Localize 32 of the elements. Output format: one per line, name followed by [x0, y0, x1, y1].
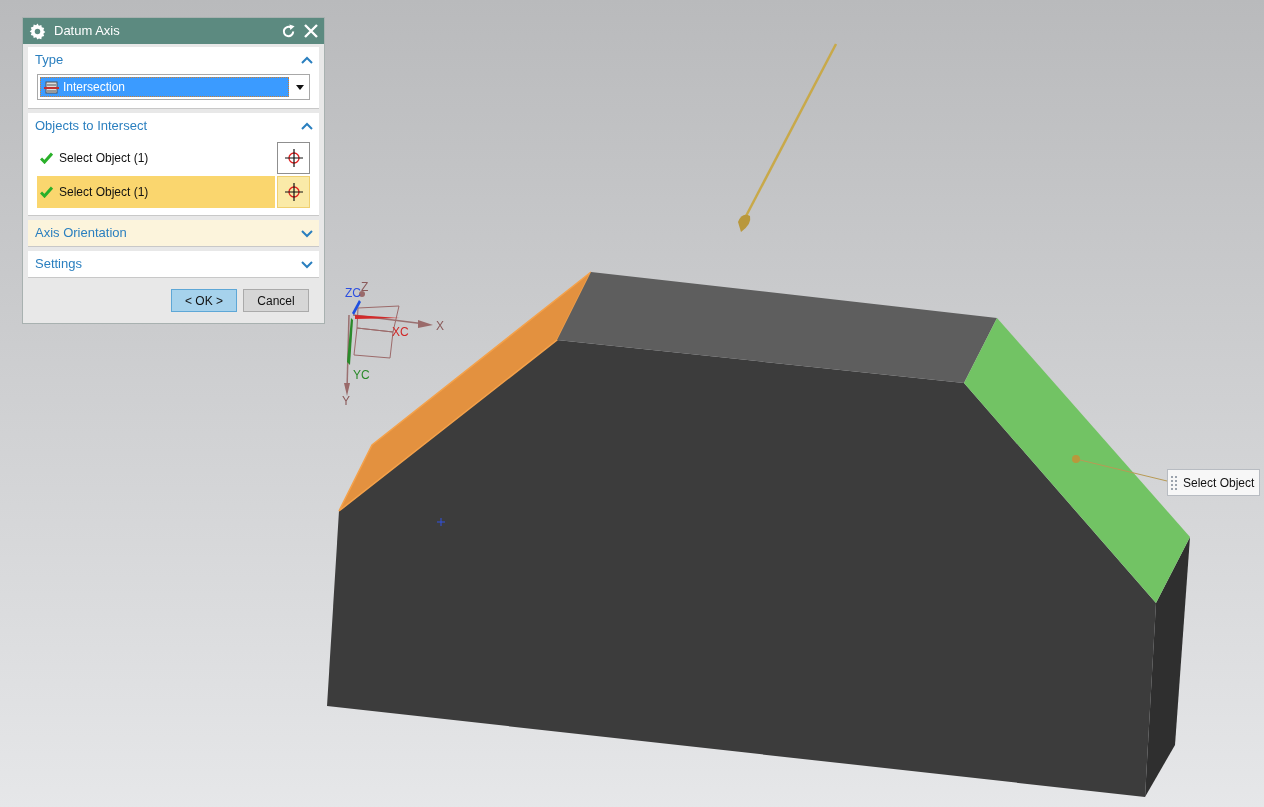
collapse-caret-icon[interactable] — [301, 54, 313, 66]
axis-label: Y — [342, 395, 350, 407]
crosshair-icon — [284, 149, 303, 167]
expand-caret-icon[interactable] — [301, 227, 313, 239]
intersection-icon — [44, 80, 59, 94]
dialog-button[interactable]: < OK > — [171, 289, 237, 312]
dropdown-value: Intersection — [63, 79, 126, 96]
tooltip-label: Select Object — [1183, 474, 1255, 492]
axis-label: YC — [353, 369, 370, 381]
section-header[interactable]: Objects to Intersect — [35, 116, 147, 136]
select-object-button[interactable] — [277, 176, 310, 208]
close-icon[interactable] — [304, 24, 318, 38]
section-header[interactable]: Axis Orientation — [35, 223, 127, 243]
settings-icon — [29, 22, 46, 40]
collapse-caret-icon[interactable] — [301, 120, 313, 132]
cursor-crosshair-icon — [437, 518, 445, 526]
axis-label: XC — [392, 326, 409, 338]
axis-label: X — [436, 320, 444, 332]
dialog-title: Datum Axis — [54, 22, 121, 41]
type-dropdown[interactable]: Intersection — [37, 74, 310, 100]
selection-row[interactable]: Select Object (1) — [37, 176, 275, 208]
section-header[interactable]: Type — [35, 50, 64, 70]
drag-handle-icon — [1171, 475, 1177, 490]
reset-icon[interactable] — [281, 23, 296, 39]
axis-label: Z — [361, 281, 369, 293]
dialog-button[interactable]: Cancel — [243, 289, 309, 312]
select-object-button[interactable] — [277, 142, 310, 174]
crosshair-icon — [284, 183, 303, 201]
section-header[interactable]: Settings — [35, 254, 82, 274]
axis-label: ZC — [345, 287, 361, 299]
expand-caret-icon[interactable] — [301, 258, 313, 270]
dropdown-caret-icon[interactable] — [293, 83, 307, 91]
